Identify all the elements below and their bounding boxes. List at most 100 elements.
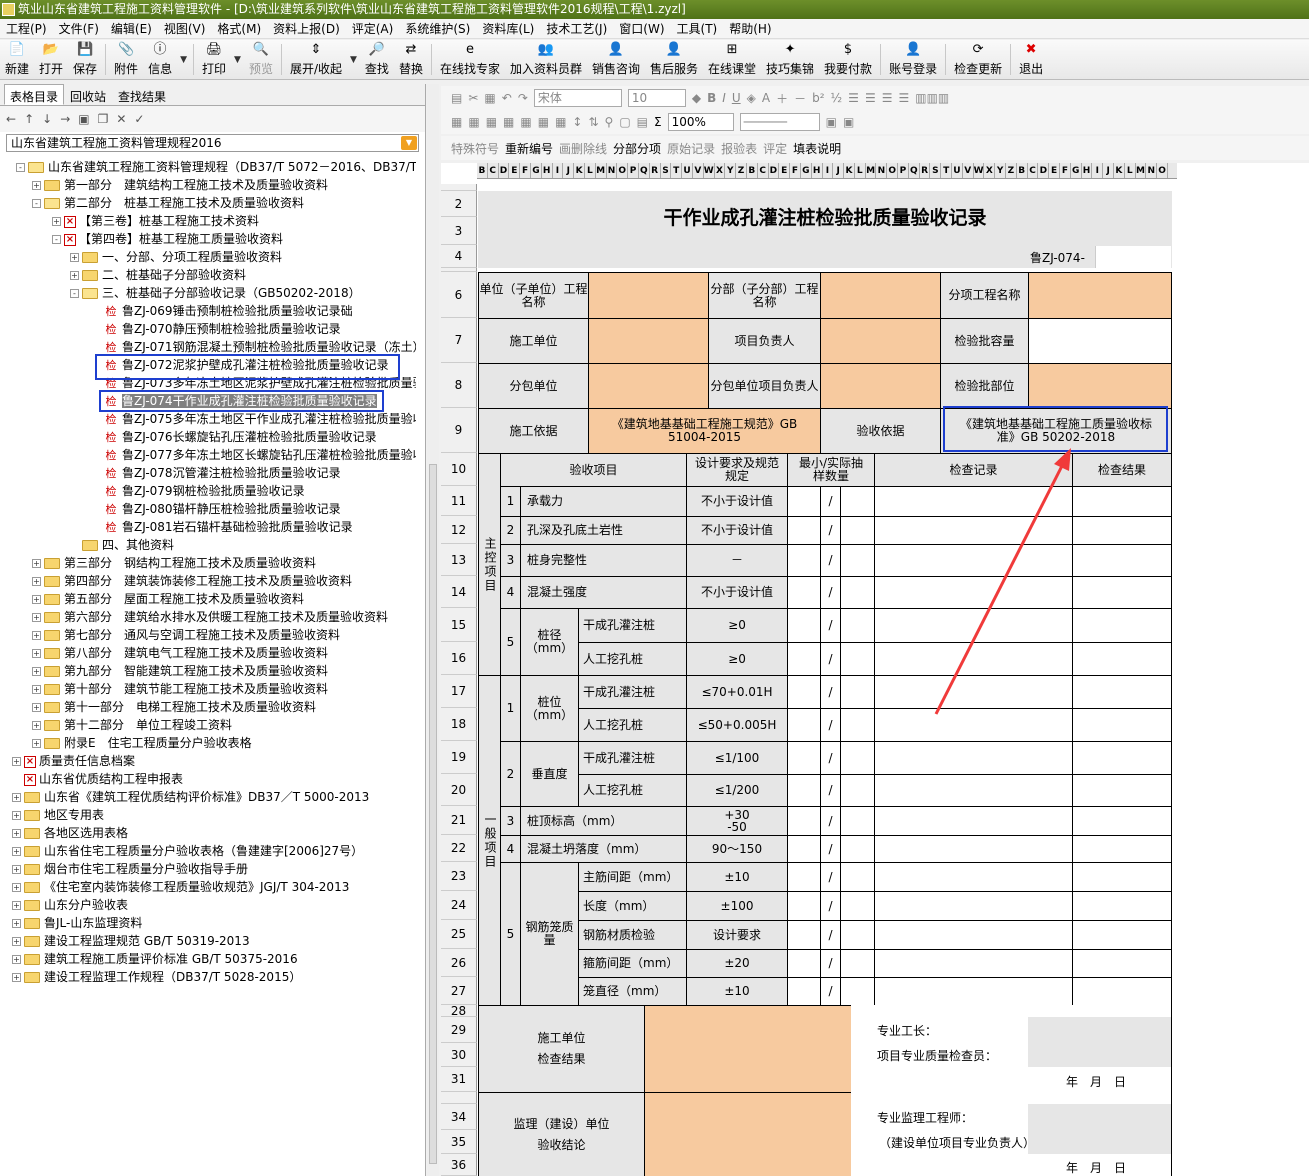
sample-slash[interactable]: /: [820, 544, 841, 577]
standard-select[interactable]: 山东省建筑工程施工资料管理规程2016 ▼: [6, 134, 419, 152]
expand-icon[interactable]: +: [32, 631, 41, 640]
toolbar-button-13[interactable]: 👤 售后服务: [645, 40, 703, 79]
sample-actual[interactable]: [840, 544, 875, 577]
expand-icon[interactable]: +: [32, 577, 41, 586]
check-result[interactable]: [1072, 576, 1172, 609]
sample-min[interactable]: [787, 642, 821, 676]
tree-node[interactable]: + 第十一部分 电梯工程施工技术及质量验收资料: [32, 698, 316, 716]
check-result[interactable]: [1072, 977, 1172, 1006]
sample-slash[interactable]: /: [820, 708, 841, 742]
undo-icon[interactable]: ↶: [502, 91, 512, 105]
tree-node[interactable]: + 建筑工程施工质量评价标准 GB/T 50375-2016: [12, 950, 298, 968]
tree-node[interactable]: 检鲁ZJ-075多年冻土地区干作业成孔灌注桩检验批质量验收: [104, 410, 417, 428]
construction-result-input[interactable]: [644, 1005, 852, 1093]
toolbar-button-10[interactable]: e 在线找专家: [435, 40, 505, 79]
toolbar-button-8[interactable]: 🔎 查找: [360, 40, 394, 79]
input-r8-3[interactable]: [1028, 363, 1172, 409]
check-record[interactable]: [874, 608, 1073, 643]
expand-icon[interactable]: +: [32, 721, 41, 730]
item-requirement[interactable]: ≥0: [686, 608, 788, 643]
sample-slash[interactable]: /: [820, 949, 841, 978]
tree-node[interactable]: + 《住宅室内装饰装修工程质量验收规范》JGJ/T 304-2013: [12, 878, 349, 896]
item-requirement[interactable]: ±20: [686, 949, 788, 978]
header-label[interactable]: 分项工程名称: [940, 272, 1029, 319]
expand-icon[interactable]: +: [12, 937, 21, 946]
sample-min[interactable]: [787, 516, 821, 545]
sample-slash[interactable]: /: [820, 862, 841, 892]
menu-item-6[interactable]: 评定(A): [346, 19, 400, 39]
format-icon[interactable]: ▤: [637, 115, 648, 129]
check-result[interactable]: [1072, 774, 1172, 807]
sample-slash[interactable]: /: [820, 774, 841, 807]
tree-node[interactable]: + 建设工程监理规范 GB/T 50319-2013: [12, 932, 250, 950]
sum-icon[interactable]: Σ: [654, 115, 662, 129]
table-icon[interactable]: ▦: [486, 115, 497, 129]
justify-icon[interactable]: ☰: [898, 91, 909, 105]
item-name[interactable]: 干成孔灌注桩: [578, 608, 687, 643]
toolbar-button-17[interactable]: 👤 账号登录: [884, 40, 942, 79]
item-requirement[interactable]: ±10: [686, 862, 788, 892]
check-record[interactable]: [874, 642, 1073, 676]
sample-slash[interactable]: /: [820, 576, 841, 609]
tree-node[interactable]: + 第十部分 建筑节能工程施工技术及质量验收资料: [32, 680, 328, 698]
item-name[interactable]: 箍筋间距（mm）: [578, 949, 687, 978]
chevron-down-icon[interactable]: ▼: [401, 136, 417, 150]
tree-node[interactable]: 检鲁ZJ-077多年冻土地区长螺旋钻孔压灌桩检验批质量验收: [104, 446, 417, 464]
supervision-result-input[interactable]: [644, 1092, 852, 1176]
insert-row-icon[interactable]: ▦: [503, 115, 514, 129]
input-r7-2[interactable]: [820, 318, 941, 364]
menu-item-4[interactable]: 格式(M): [211, 19, 267, 39]
item-name[interactable]: 孔深及孔底土岩性: [520, 516, 687, 545]
menu-item-12[interactable]: 帮助(H): [723, 19, 777, 39]
check-record[interactable]: [874, 516, 1073, 545]
expand-icon[interactable]: +: [12, 901, 21, 910]
tree-node[interactable]: 检鲁ZJ-081岩石锚杆基础检验批质量验收记录: [104, 518, 353, 536]
font-size-select[interactable]: 10: [627, 89, 686, 107]
move-up-icon[interactable]: ↑: [24, 112, 34, 126]
menu-item-5[interactable]: 资料上报(D): [267, 19, 346, 39]
sample-min[interactable]: [787, 891, 821, 921]
section-label-main[interactable]: 主控项目: [478, 453, 501, 676]
redo-icon[interactable]: ↷: [518, 91, 528, 105]
sample-slash[interactable]: /: [820, 675, 841, 709]
item-name[interactable]: 混凝土强度: [520, 576, 687, 609]
expand-icon[interactable]: +: [12, 919, 21, 928]
tree-node[interactable]: 检鲁ZJ-080锚杆静压桩检验批质量验收记录: [104, 500, 341, 518]
sample-actual[interactable]: [840, 774, 875, 807]
tree-node[interactable]: + 第一部分 建筑结构工程施工技术及质量验收资料: [32, 176, 328, 194]
toolbar-button-19[interactable]: ✖ 退出: [1014, 40, 1048, 79]
merge-icon[interactable]: ▦: [451, 115, 462, 129]
sample-actual[interactable]: [840, 576, 875, 609]
item-requirement[interactable]: 90～150: [686, 835, 788, 863]
header-label[interactable]: 项目负责人: [708, 318, 821, 364]
expand-icon[interactable]: +: [32, 613, 41, 622]
expand-icon[interactable]: +: [32, 667, 41, 676]
toolbar-button-5[interactable]: 🖨 打印: [197, 40, 231, 79]
tree-node[interactable]: 四、其他资料: [70, 536, 174, 554]
col-header[interactable]: 最小/实际抽样数量: [787, 453, 875, 487]
header-label[interactable]: 分包单位项目负责人: [708, 363, 821, 409]
check-record[interactable]: [874, 741, 1073, 775]
item-name[interactable]: 干成孔灌注桩: [578, 741, 687, 775]
sample-slash[interactable]: /: [820, 920, 841, 950]
check-record[interactable]: [874, 486, 1073, 517]
toolbar-button-11[interactable]: 👥 加入资料员群: [505, 40, 587, 79]
expand-icon[interactable]: +: [12, 883, 21, 892]
expand-icon[interactable]: +: [32, 181, 41, 190]
item-requirement[interactable]: ±10: [686, 977, 788, 1006]
item-name[interactable]: 桩顶标高（mm）: [520, 806, 687, 836]
tree-node[interactable]: + 第十二部分 单位工程竣工资料: [32, 716, 232, 734]
move-down-icon[interactable]: ↓: [42, 112, 52, 126]
expand-icon[interactable]: +: [32, 559, 41, 568]
tree-node[interactable]: + 建设工程监理工作规程（DB37/T 5028-2015）: [12, 968, 301, 986]
item-number[interactable]: 1: [500, 675, 521, 742]
sample-min[interactable]: [787, 486, 821, 517]
check-result[interactable]: [1072, 708, 1172, 742]
toolbar-button-18[interactable]: ⟳ 检查更新: [949, 40, 1007, 79]
item-requirement[interactable]: ≤50+0.005H: [686, 708, 788, 742]
tree-node[interactable]: + 第四部分 建筑装饰装修工程施工技术及质量验收资料: [32, 572, 352, 590]
paste-icon[interactable]: ▤: [451, 91, 462, 105]
sample-actual[interactable]: [840, 920, 875, 950]
item-number[interactable]: 4: [500, 835, 521, 863]
toolbar-button-7[interactable]: ⇕ 展开/收起: [285, 40, 347, 79]
